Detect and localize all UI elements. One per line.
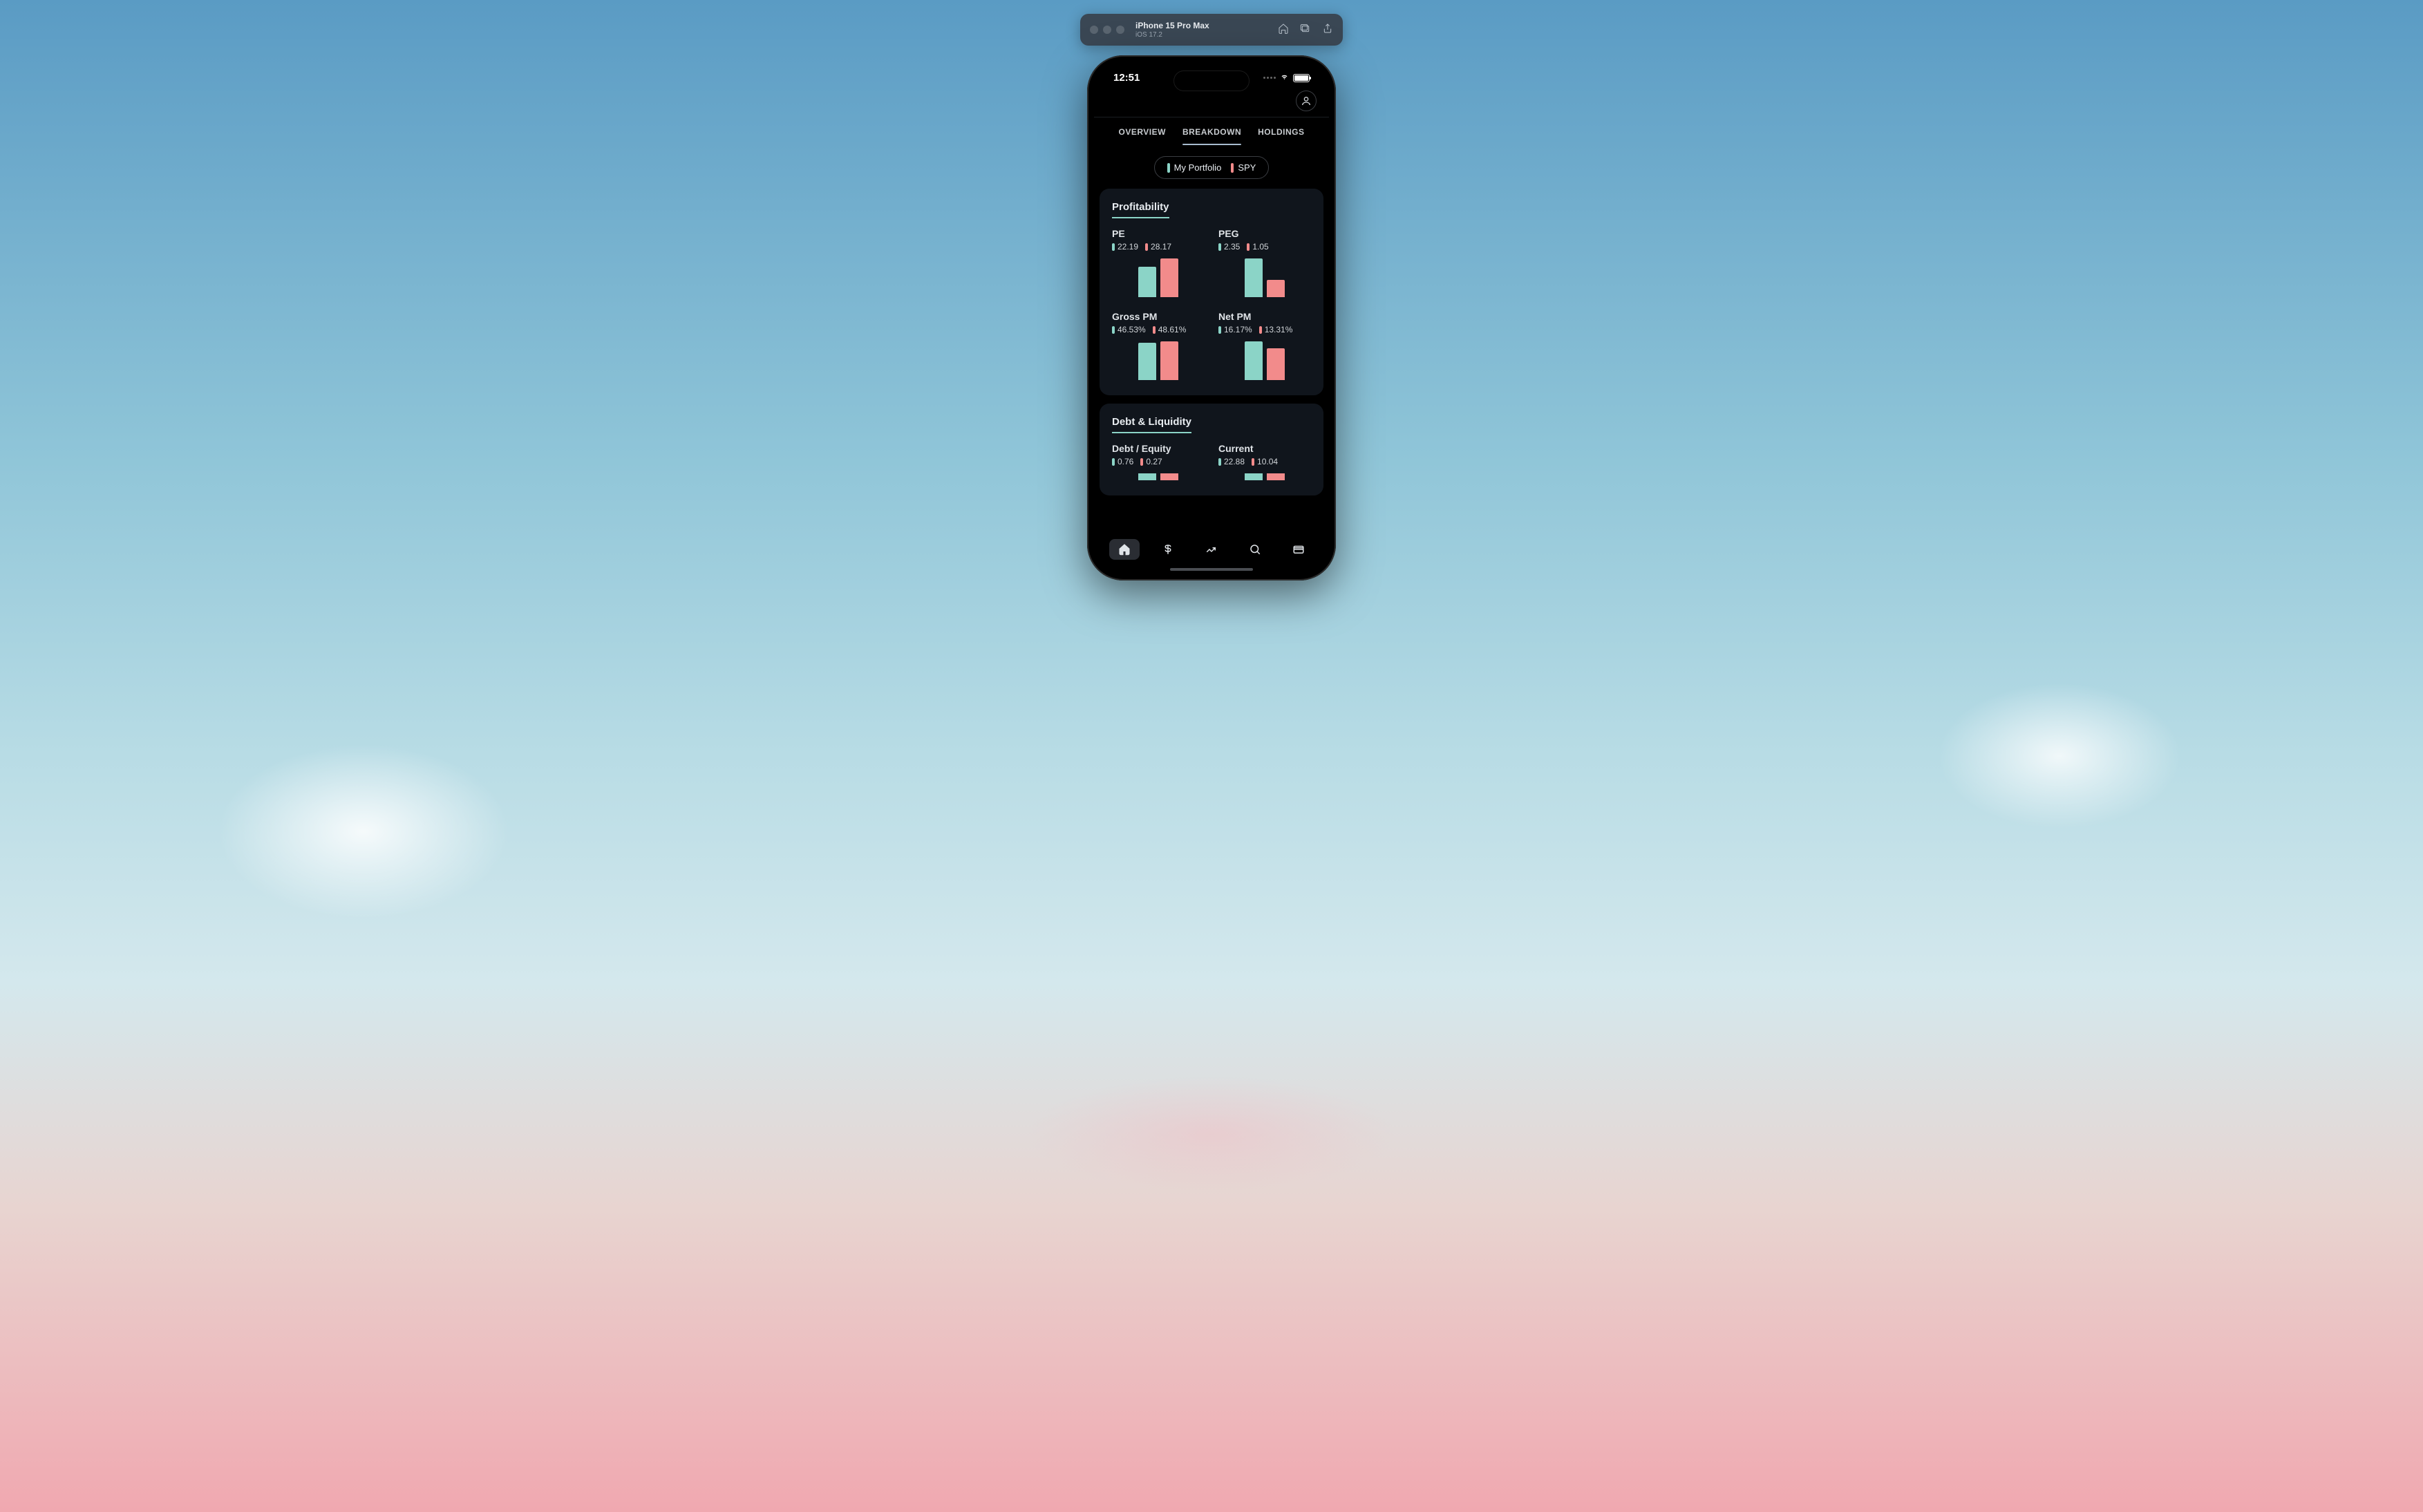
minimize-window-button[interactable] xyxy=(1103,26,1111,34)
nav-home[interactable] xyxy=(1109,539,1140,560)
nav-trends[interactable] xyxy=(1196,539,1227,560)
section-tabs: OVERVIEW BREAKDOWN HOLDINGS xyxy=(1094,117,1329,145)
nav-search[interactable] xyxy=(1240,539,1270,560)
metric-current: Current 22.88 10.04 xyxy=(1218,443,1311,480)
close-window-button[interactable] xyxy=(1090,26,1098,34)
bar-portfolio xyxy=(1138,473,1156,480)
metric-bar-chart xyxy=(1218,341,1311,380)
metric-portfolio-value: 46.53% xyxy=(1118,325,1146,334)
bar-benchmark xyxy=(1267,280,1285,297)
metric-portfolio-value: 0.76 xyxy=(1118,457,1133,466)
metric-bar-chart xyxy=(1218,473,1311,480)
bar-benchmark xyxy=(1160,473,1178,480)
dynamic-island xyxy=(1173,70,1250,91)
legend-benchmark-label: SPY xyxy=(1238,162,1256,173)
metric-bar-chart xyxy=(1112,258,1205,297)
bar-portfolio xyxy=(1245,341,1263,380)
battery-icon xyxy=(1293,74,1310,82)
card-profitability: Profitability PE 22.19 28.17 xyxy=(1100,189,1323,395)
metric-portfolio-value: 22.88 xyxy=(1224,457,1245,466)
sim-os-version: iOS 17.2 xyxy=(1135,31,1267,39)
scroll-content[interactable]: Profitability PE 22.19 28.17 xyxy=(1094,189,1329,532)
bar-benchmark xyxy=(1267,473,1285,480)
bar-benchmark xyxy=(1267,348,1285,380)
metric-benchmark-value: 1.05 xyxy=(1252,242,1268,252)
metric-bar-chart xyxy=(1112,341,1205,380)
metric-benchmark-value: 13.31% xyxy=(1265,325,1293,334)
metric-name: Current xyxy=(1218,443,1311,454)
metric-benchmark-value: 28.17 xyxy=(1151,242,1171,252)
section-title: Profitability xyxy=(1112,201,1169,218)
phone-frame: 12:51 OVERVIEW BREAKDOWN HOLDINGS xyxy=(1087,55,1336,580)
tab-breakdown[interactable]: BREAKDOWN xyxy=(1182,127,1241,145)
legend-portfolio-label: My Portfolio xyxy=(1174,162,1222,173)
tab-overview[interactable]: OVERVIEW xyxy=(1119,127,1166,145)
metric-name: Debt / Equity xyxy=(1112,443,1205,454)
metric-net-pm: Net PM 16.17% 13.31% xyxy=(1218,311,1311,380)
simulator-titlebar: iPhone 15 Pro Max iOS 17.2 xyxy=(1080,14,1343,46)
home-indicator[interactable] xyxy=(1170,568,1253,571)
bar-benchmark xyxy=(1160,341,1178,380)
traffic-lights xyxy=(1090,26,1124,34)
nav-dollar[interactable] xyxy=(1153,539,1183,560)
metric-name: Net PM xyxy=(1218,311,1311,322)
metric-portfolio-value: 2.35 xyxy=(1224,242,1240,252)
home-icon[interactable] xyxy=(1278,23,1289,37)
metric-name: PE xyxy=(1112,228,1205,239)
card-debt-liquidity: Debt & Liquidity Debt / Equity 0.76 0.27 xyxy=(1100,404,1323,495)
section-title: Debt & Liquidity xyxy=(1112,416,1191,433)
bar-portfolio xyxy=(1245,473,1263,480)
legend-tick-teal xyxy=(1167,163,1170,173)
legend-benchmark: SPY xyxy=(1231,162,1256,173)
zoom-window-button[interactable] xyxy=(1116,26,1124,34)
sim-device-name: iPhone 15 Pro Max xyxy=(1135,21,1267,30)
metric-bar-chart xyxy=(1218,258,1311,297)
metric-debt-equity: Debt / Equity 0.76 0.27 xyxy=(1112,443,1205,480)
metric-benchmark-value: 10.04 xyxy=(1257,457,1278,466)
bar-benchmark xyxy=(1160,258,1178,297)
bar-portfolio xyxy=(1138,267,1156,297)
metric-portfolio-value: 16.17% xyxy=(1224,325,1252,334)
bar-portfolio xyxy=(1138,343,1156,380)
app-header xyxy=(1094,88,1329,117)
metric-pe: PE 22.19 28.17 xyxy=(1112,228,1205,297)
metric-benchmark-value: 48.61% xyxy=(1158,325,1187,334)
legend-pill[interactable]: My Portfolio SPY xyxy=(1154,156,1270,179)
share-icon[interactable] xyxy=(1322,23,1333,37)
nav-card[interactable] xyxy=(1283,539,1314,560)
screenshot-icon[interactable] xyxy=(1300,23,1311,37)
bar-portfolio xyxy=(1245,258,1263,297)
tab-holdings[interactable]: HOLDINGS xyxy=(1258,127,1304,145)
metric-name: Gross PM xyxy=(1112,311,1205,322)
profile-button[interactable] xyxy=(1296,91,1317,111)
cellular-icon xyxy=(1263,77,1276,79)
bottom-nav xyxy=(1094,532,1329,564)
metric-peg: PEG 2.35 1.05 xyxy=(1218,228,1311,297)
legend-tick-coral xyxy=(1231,163,1234,173)
phone-screen: 12:51 OVERVIEW BREAKDOWN HOLDINGS xyxy=(1094,62,1329,574)
metric-benchmark-value: 0.27 xyxy=(1146,457,1162,466)
metric-name: PEG xyxy=(1218,228,1311,239)
metric-bar-chart xyxy=(1112,473,1205,480)
metric-portfolio-value: 22.19 xyxy=(1118,242,1138,252)
legend-portfolio: My Portfolio xyxy=(1167,162,1222,173)
wifi-icon xyxy=(1279,72,1290,84)
status-time: 12:51 xyxy=(1113,72,1140,84)
metric-gross-pm: Gross PM 46.53% 48.61% xyxy=(1112,311,1205,380)
